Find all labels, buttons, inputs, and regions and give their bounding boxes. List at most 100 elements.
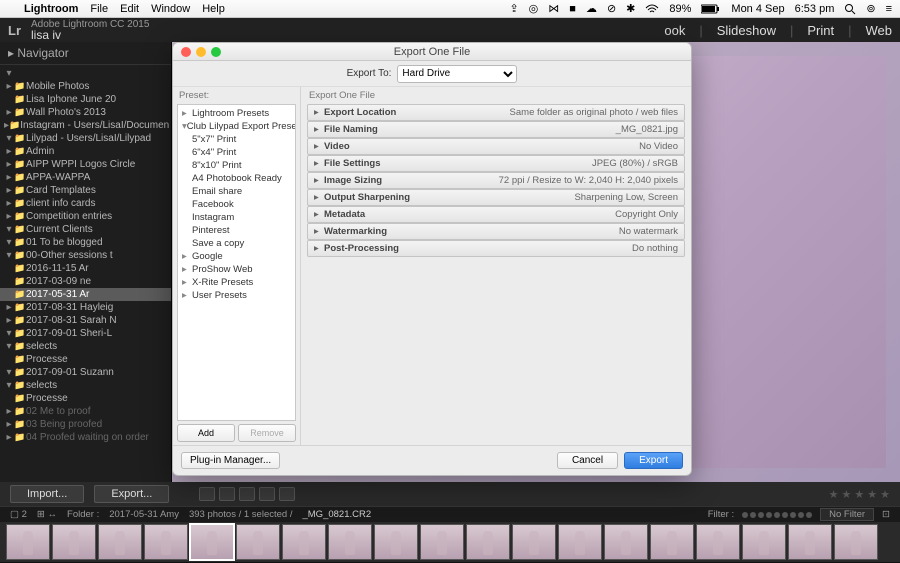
export-section[interactable]: ▸MetadataCopyright Only <box>307 206 685 223</box>
menubar-date[interactable]: Mon 4 Sep <box>731 3 784 15</box>
folder-row[interactable]: 📁Processe <box>0 392 171 405</box>
module-print[interactable]: Print <box>807 23 834 38</box>
grid-view-icon[interactable] <box>199 487 215 501</box>
cancel-button[interactable]: Cancel <box>557 452 618 469</box>
preset-list[interactable]: ▸Lightroom Presets▾Club Lilypad Export P… <box>177 104 296 421</box>
folder-row[interactable]: ▾📁Current Clients <box>0 223 171 236</box>
no-filter-dropdown[interactable]: No Filter <box>820 508 874 521</box>
folder-row[interactable]: 📁Lisa Iphone June 20 <box>0 93 171 106</box>
preset-row[interactable]: Save a copy <box>178 237 295 250</box>
menu-icon[interactable]: ≡ <box>886 3 892 15</box>
status-icon[interactable]: ⊘ <box>607 2 616 15</box>
filmstrip-thumb[interactable] <box>98 524 142 560</box>
preset-row[interactable]: ▸X-Rite Presets <box>178 276 295 289</box>
filmstrip-thumb[interactable] <box>420 524 464 560</box>
export-section[interactable]: ▸VideoNo Video <box>307 138 685 155</box>
menubar-edit[interactable]: Edit <box>120 3 139 15</box>
grid-nav-icon[interactable]: ⊞ ↔ <box>37 509 57 520</box>
export-library-button[interactable]: Export... <box>94 485 169 503</box>
wifi-icon[interactable] <box>645 4 659 14</box>
export-section[interactable]: ▸Image Sizing72 ppi / Resize to W: 2,040… <box>307 172 685 189</box>
folder-row[interactable]: ▾📁2017-09-01 Sheri-L <box>0 327 171 340</box>
preset-row[interactable]: ▾Club Lilypad Export Presets <box>178 120 295 133</box>
filmstrip-thumb[interactable] <box>788 524 832 560</box>
menubar-window[interactable]: Window <box>151 3 190 15</box>
filmstrip-thumb[interactable] <box>466 524 510 560</box>
folder-row[interactable]: ▾📁2017-09-01 Suzann <box>0 366 171 379</box>
filmstrip-thumb[interactable] <box>650 524 694 560</box>
filmstrip-thumb[interactable] <box>6 524 50 560</box>
folder-row[interactable]: ▸📁client info cards <box>0 197 171 210</box>
preset-row[interactable]: ▸Google <box>178 250 295 263</box>
preset-row[interactable]: ▸User Presets <box>178 289 295 302</box>
status-icon[interactable]: ☁ <box>586 2 597 15</box>
export-section[interactable]: ▸Export LocationSame folder as original … <box>307 104 685 121</box>
folder-row[interactable]: 📁2017-03-09 ne <box>0 275 171 288</box>
folder-row[interactable]: ▸📁Competition entries <box>0 210 171 223</box>
module-web[interactable]: Web <box>866 23 893 38</box>
folder-row[interactable]: ▸📁APPA-WAPPA <box>0 171 171 184</box>
preset-row[interactable]: Pinterest <box>178 224 295 237</box>
folder-row[interactable]: 📁2016-11-15 Ar <box>0 262 171 275</box>
status-icon[interactable]: ◎ <box>529 2 539 15</box>
filmstrip-thumb[interactable] <box>52 524 96 560</box>
module-book[interactable]: ook <box>664 23 685 38</box>
plugin-manager-button[interactable]: Plug-in Manager... <box>181 452 280 469</box>
filmstrip-thumb[interactable] <box>190 524 234 560</box>
folder-row[interactable]: ▸📁2017-08-31 Hayleig <box>0 301 171 314</box>
filmstrip-thumb[interactable] <box>742 524 786 560</box>
folder-row[interactable]: ▸📁Wall Photo's 2013 <box>0 106 171 119</box>
color-label-filter[interactable] <box>742 512 812 518</box>
survey-view-icon[interactable] <box>259 487 275 501</box>
preset-add-button[interactable]: Add <box>177 424 235 442</box>
filmstrip-thumb[interactable] <box>604 524 648 560</box>
folder-row[interactable]: ▾📁Lilypad - Users/LisaI/Lilypad <box>0 132 171 145</box>
folder-row[interactable]: 📁Processe <box>0 353 171 366</box>
folder-row[interactable]: ▸📁04 Proofed waiting on order <box>0 431 171 444</box>
filmstrip-thumb[interactable] <box>144 524 188 560</box>
export-section[interactable]: ▸File SettingsJPEG (80%) / sRGB <box>307 155 685 172</box>
folder-row[interactable]: ▸📁Card Templates <box>0 184 171 197</box>
folder-row[interactable]: ▸📁Instagram - Users/LisaI/Documen <box>0 119 171 132</box>
folder-row[interactable]: ▸📁2017-08-31 Sarah N <box>0 314 171 327</box>
filmstrip-thumb[interactable] <box>282 524 326 560</box>
folder-row[interactable]: ▸📁AIPP WPPI Logos Circle <box>0 158 171 171</box>
export-section[interactable]: ▸Post-ProcessingDo nothing <box>307 240 685 257</box>
filmstrip[interactable] <box>0 522 900 562</box>
rating-stars[interactable]: ★★★★★ <box>829 488 890 501</box>
status-icon[interactable]: ⋈ <box>548 2 559 15</box>
menubar-file[interactable]: File <box>90 3 108 15</box>
menubar-app[interactable]: Lightroom <box>24 3 78 15</box>
folder-row[interactable]: ▾📁00-Other sessions t <box>0 249 171 262</box>
menubar-time[interactable]: 6:53 pm <box>795 3 835 15</box>
menubar-help[interactable]: Help <box>202 3 225 15</box>
filter-lock-icon[interactable]: ⊡ <box>882 509 890 520</box>
compare-view-icon[interactable] <box>239 487 255 501</box>
navigator-header[interactable]: ▸ Navigator <box>0 42 171 65</box>
export-button[interactable]: Export <box>624 452 683 469</box>
filmstrip-thumb[interactable] <box>374 524 418 560</box>
folder-row[interactable]: ▾ <box>0 67 171 80</box>
preset-row[interactable]: 6"x4" Print <box>178 146 295 159</box>
filmstrip-thumb[interactable] <box>696 524 740 560</box>
filmstrip-thumb[interactable] <box>512 524 556 560</box>
preset-row[interactable]: ▸Lightroom Presets <box>178 107 295 120</box>
preset-row[interactable]: Facebook <box>178 198 295 211</box>
spotlight-icon[interactable] <box>844 3 856 15</box>
filmstrip-thumb[interactable] <box>558 524 602 560</box>
loupe-view-icon[interactable] <box>219 487 235 501</box>
folder-row[interactable]: ▾📁01 To be blogged <box>0 236 171 249</box>
folder-row[interactable]: 📁2017-05-31 Ar <box>0 288 171 301</box>
preset-row[interactable]: Email share <box>178 185 295 198</box>
filmstrip-thumb[interactable] <box>328 524 372 560</box>
preset-row[interactable]: ▸ProShow Web <box>178 263 295 276</box>
user-icon[interactable]: ⊚ <box>866 2 875 15</box>
export-to-select[interactable]: Hard Drive <box>397 65 517 83</box>
bluetooth-icon[interactable]: ✱ <box>626 2 635 15</box>
folder-row[interactable]: ▸📁Admin <box>0 145 171 158</box>
folder-row[interactable]: ▾📁selects <box>0 340 171 353</box>
preset-row[interactable]: A4 Photobook Ready <box>178 172 295 185</box>
folder-row[interactable]: ▾📁selects <box>0 379 171 392</box>
battery-icon[interactable] <box>701 4 721 14</box>
import-button[interactable]: Import... <box>10 485 84 503</box>
